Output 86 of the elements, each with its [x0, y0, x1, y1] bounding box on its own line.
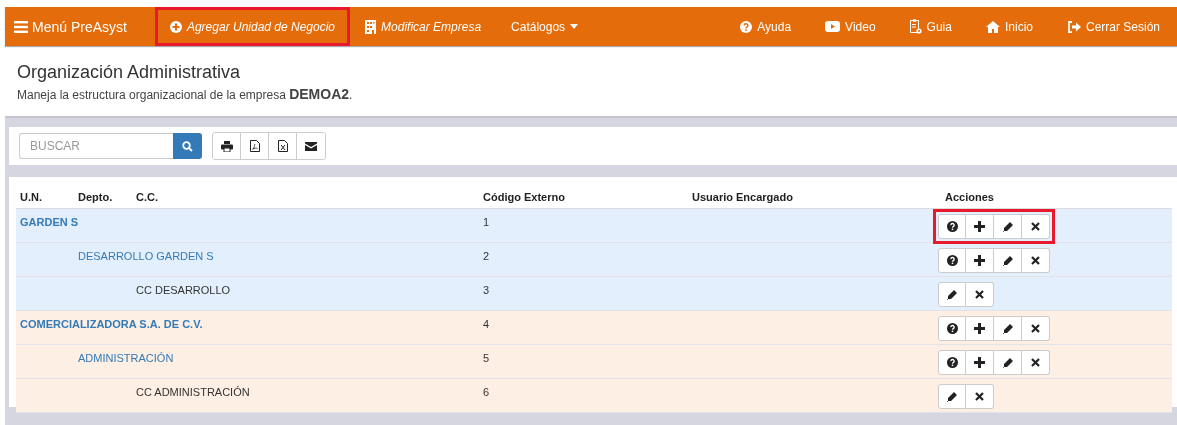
question-circle-icon: [946, 357, 958, 368]
table-cell-text: 6: [482, 385, 491, 398]
plus-circle-icon: [169, 20, 182, 33]
edit-button[interactable]: [938, 282, 966, 307]
column-header: Código Externo: [482, 190, 566, 203]
print-button[interactable]: [213, 133, 241, 159]
delete-button[interactable]: [1022, 214, 1050, 239]
search-field[interactable]: BUSCAR: [19, 133, 173, 159]
video-play-icon: [825, 21, 841, 32]
add-button[interactable]: [966, 214, 994, 239]
plus-icon: [974, 357, 985, 368]
pencil-icon: [947, 289, 957, 300]
nav-link[interactable]: Ayuda: [723, 7, 809, 46]
sign-out-icon: [1066, 20, 1081, 33]
unit-link[interactable]: CC ADMINISTRACIÓN: [132, 379, 479, 398]
table-cell-text: 3: [482, 283, 491, 296]
plus-icon: [974, 323, 985, 334]
question-circle-icon: [946, 255, 958, 266]
nav-link[interactable]: Modificar Empresa: [350, 7, 497, 46]
nav-link[interactable]: Guia: [892, 7, 969, 46]
nav-link[interactable]: Catálogos: [496, 7, 594, 46]
close-icon: [1031, 222, 1040, 231]
caret-icon: [570, 24, 579, 29]
page-subtitle: Maneja la estructura organizacional de la empresa DEMOA2.: [17, 86, 354, 102]
column-header: U.N.: [19, 190, 43, 203]
pdf-file-icon: [249, 140, 260, 152]
building-icon: [365, 19, 377, 34]
envelope-icon: [305, 141, 317, 151]
edit-button[interactable]: [938, 384, 966, 409]
question-circle-icon: [740, 20, 753, 33]
edit-button[interactable]: [994, 248, 1022, 273]
printer-icon: [220, 140, 233, 152]
pencil-icon: [1002, 255, 1013, 266]
search-icon: [182, 140, 193, 152]
table-cell-text: 2: [482, 249, 491, 262]
add-button[interactable]: [966, 248, 994, 273]
nav-link[interactable]: Video: [808, 7, 893, 46]
add-button[interactable]: [966, 350, 994, 375]
help-button[interactable]: [938, 350, 966, 375]
pencil-icon: [1002, 323, 1013, 334]
unit-link[interactable]: COMERCIALIZADORA S.A. DE C.V.: [16, 311, 479, 330]
column-header: Usuario Encargado: [691, 190, 794, 203]
delete-button[interactable]: [966, 384, 994, 409]
column-header: C.C.: [135, 190, 159, 203]
menu-button[interactable]: Menú PreAsyst: [5, 7, 141, 46]
unit-link[interactable]: DESARROLLO GARDEN S: [74, 243, 479, 262]
table-cell-text: 5: [482, 351, 491, 364]
help-button[interactable]: [938, 316, 966, 341]
clipboard-gear-icon: [909, 19, 922, 34]
menu-icon: [14, 20, 28, 33]
delete-button[interactable]: [1022, 350, 1050, 375]
close-icon: [1031, 358, 1040, 367]
plus-icon: [974, 221, 985, 232]
column-header: Depto.: [77, 190, 114, 203]
edit-button[interactable]: [994, 316, 1022, 341]
pencil-icon: [1002, 221, 1013, 232]
nav-link[interactable]: Inicio: [968, 7, 1050, 46]
column-header: Acciones: [944, 190, 995, 203]
nav-link[interactable]: Agregar Unidad de Negocio: [154, 7, 351, 46]
unit-link[interactable]: GARDEN S: [16, 209, 479, 228]
add-button[interactable]: [966, 316, 994, 341]
plus-icon: [974, 255, 985, 266]
delete-button[interactable]: [1022, 316, 1050, 341]
help-button[interactable]: [938, 214, 966, 239]
edit-button[interactable]: [994, 214, 1022, 239]
pencil-icon: [947, 391, 957, 402]
question-circle-icon: [946, 323, 958, 334]
nav-link[interactable]: Cerrar Sesión: [1049, 7, 1177, 46]
excel-file-icon: [277, 140, 288, 152]
search-button[interactable]: [173, 133, 202, 159]
delete-button[interactable]: [1022, 248, 1050, 273]
delete-button[interactable]: [966, 282, 994, 307]
close-icon: [1031, 324, 1040, 333]
question-circle-icon: [946, 221, 958, 232]
pencil-icon: [1002, 357, 1013, 368]
close-icon: [975, 392, 984, 401]
help-button[interactable]: [938, 248, 966, 273]
page-title: Organización Administrativa: [17, 62, 242, 83]
edit-button[interactable]: [994, 350, 1022, 375]
table-cell-text: 1: [482, 215, 491, 228]
unit-link[interactable]: ADMINISTRACIÓN: [74, 345, 479, 364]
home-icon: [985, 20, 1000, 33]
close-icon: [1031, 256, 1040, 265]
unit-link[interactable]: CC DESARROLLO: [132, 277, 479, 296]
table-cell-text: 4: [482, 317, 491, 330]
close-icon: [975, 290, 984, 299]
